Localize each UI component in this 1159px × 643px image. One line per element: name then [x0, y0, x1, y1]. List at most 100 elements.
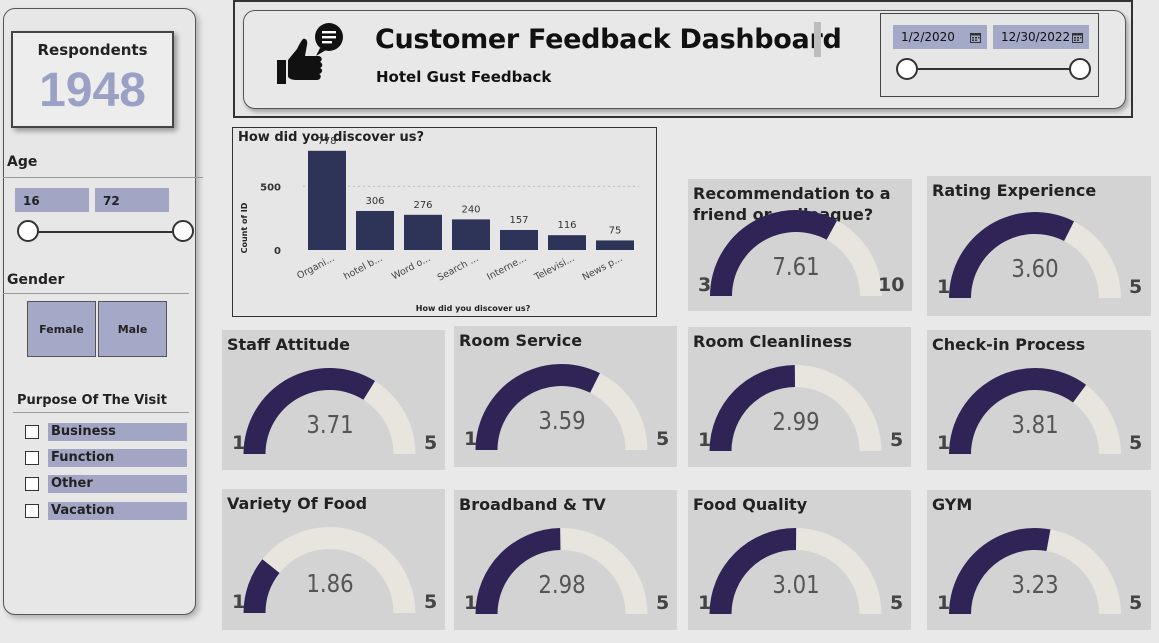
- bar-4[interactable]: [500, 229, 538, 250]
- date-slider-track[interactable]: [907, 68, 1081, 70]
- gauge-max-label: 5: [890, 429, 904, 451]
- end-date-input[interactable]: 12/30/2022: [993, 25, 1089, 49]
- y-tick-label: 0: [274, 246, 281, 257]
- gauge-min-label: 1: [464, 592, 478, 614]
- age-slider-min-handle[interactable]: [17, 220, 39, 242]
- gauge-dial: [475, 364, 648, 450]
- bar-1[interactable]: [356, 210, 394, 250]
- gauge-value: 3.59: [537, 406, 586, 435]
- age-slider-max-handle[interactable]: [172, 220, 194, 242]
- bar-3[interactable]: [452, 219, 490, 250]
- gauge-card-gym[interactable]: GYM 3.23 1 5: [927, 490, 1151, 630]
- purpose-option-vacation[interactable]: Vacation: [25, 502, 187, 520]
- bar-6[interactable]: [596, 240, 634, 250]
- calendar-icon[interactable]: [1072, 32, 1083, 43]
- checkbox-icon[interactable]: [25, 451, 39, 465]
- gauge-min-label: 1: [698, 592, 712, 614]
- purpose-label: Purpose Of The Visit: [17, 393, 167, 408]
- purpose-option-function[interactable]: Function: [25, 449, 187, 467]
- gauge-max-label: 5: [1129, 276, 1143, 298]
- bar-value-label: 240: [461, 204, 480, 215]
- y-tick-label: 500: [260, 182, 281, 193]
- x-tick-label: Televisi...: [532, 253, 576, 284]
- gender-male-button[interactable]: Male: [98, 301, 167, 357]
- bar-value-label: 116: [557, 220, 576, 231]
- x-tick-label: hotel b...: [342, 253, 384, 283]
- purpose-option-label: Vacation: [48, 502, 187, 520]
- start-date-input[interactable]: 1/2/2020: [893, 25, 987, 49]
- gauge-max-label: 5: [656, 592, 670, 614]
- bar-value-label: 778: [317, 136, 336, 147]
- purpose-option-label: Other: [48, 475, 187, 493]
- gauge-max-label: 5: [656, 428, 670, 450]
- calendar-icon[interactable]: [970, 32, 981, 43]
- gauge-card-variety-of-food[interactable]: Variety Of Food 1.86 1 5: [222, 489, 445, 630]
- gauge-max-label: 5: [1129, 592, 1143, 614]
- respondents-card: Respondents 1948: [11, 31, 174, 128]
- gender-divider: [3, 293, 189, 294]
- gauge-card-room-service[interactable]: Room Service 3.59 1 5: [454, 326, 677, 467]
- bar-value-label: 75: [609, 225, 622, 236]
- bar-value-label: 306: [365, 196, 384, 207]
- start-date-value: 1/2/2020: [901, 30, 955, 44]
- gauge-card-room-cleanliness[interactable]: Room Cleanliness 2.99 1 5: [688, 327, 911, 467]
- checkbox-icon[interactable]: [25, 477, 39, 491]
- bar-chart-plot: 0 500 Count of ID 778 Organi... 306 hotel b...…: [240, 136, 639, 313]
- gauge-card-recommendation[interactable]: Recommendation to a friend or colleague? 7…: [688, 179, 912, 311]
- x-tick-label: Interne...: [485, 253, 528, 283]
- discovery-bar-chart: How did you discover us? 0 500 Count of ID…: [232, 127, 657, 317]
- checkbox-icon[interactable]: [25, 425, 39, 439]
- x-tick-label: Search ...: [436, 253, 481, 284]
- gauge-max-label: 5: [890, 592, 904, 614]
- x-tick-label: Organi...: [295, 253, 336, 282]
- gauge-max-label: 5: [1129, 432, 1143, 454]
- gauge-value: 3.01: [771, 570, 820, 599]
- dashboard-subtitle: Hotel Gust Feedback: [376, 68, 552, 86]
- respondents-value: 1948: [39, 64, 146, 117]
- title-accent-bar: [814, 22, 821, 57]
- purpose-divider: [13, 412, 189, 413]
- gauge-dial: [949, 528, 1121, 614]
- gauge-dial: [243, 527, 416, 613]
- respondents-label: Respondents: [37, 41, 148, 59]
- date-slider-start-handle[interactable]: [896, 58, 918, 80]
- gauge-dial: [709, 528, 882, 614]
- bar-2[interactable]: [404, 214, 442, 250]
- bar-value-label: 157: [509, 215, 528, 226]
- gauge-card-check-in-process[interactable]: Check-in Process 3.81 1 5: [927, 330, 1151, 470]
- gauge-dial: [949, 368, 1121, 454]
- x-tick-label: Word o...: [390, 253, 432, 283]
- gauge-value: 3.71: [305, 410, 354, 439]
- gauge-min-label: 1: [937, 432, 951, 454]
- age-label: Age: [7, 154, 38, 170]
- purpose-option-other[interactable]: Other: [25, 475, 187, 493]
- gauge-card-rating-experience[interactable]: Rating Experience 3.60 1 5: [927, 176, 1151, 316]
- checkbox-icon[interactable]: [25, 504, 39, 518]
- bar-5[interactable]: [548, 235, 586, 250]
- date-range-slicer: 1/2/2020 12/30/2022: [880, 13, 1099, 97]
- y-axis-label: Count of ID: [240, 202, 249, 253]
- gauge-min-label: 1: [698, 429, 712, 451]
- gauge-min-label: 1: [937, 592, 951, 614]
- age-divider: [3, 177, 203, 178]
- end-date-value: 12/30/2022: [1001, 30, 1071, 44]
- purpose-option-label: Business: [48, 423, 187, 441]
- gender-female-button[interactable]: Female: [27, 301, 96, 357]
- gauge-card-broadband-tv[interactable]: Broadband & TV 2.98 1 5: [454, 490, 677, 630]
- age-max-input[interactable]: 72: [95, 188, 169, 212]
- date-slider-end-handle[interactable]: [1069, 58, 1091, 80]
- gauge-card-food-quality[interactable]: Food Quality 3.01 1 5: [688, 490, 911, 630]
- age-min-input[interactable]: 16: [15, 188, 89, 212]
- gauge-dial: [243, 368, 416, 454]
- purpose-option-business[interactable]: Business: [25, 423, 187, 441]
- gender-label: Gender: [7, 272, 65, 288]
- thumbs-up-chat-icon: [277, 23, 343, 84]
- gauge-value: 7.61: [772, 252, 820, 281]
- age-slider-track[interactable]: [28, 231, 183, 233]
- purpose-option-label: Function: [48, 449, 187, 467]
- gauge-card-staff-attitude[interactable]: Staff Attitude 3.71 1 5: [222, 330, 445, 470]
- bar-0[interactable]: [308, 150, 346, 250]
- gauge-value: 3.81: [1011, 410, 1059, 439]
- gauge-min-label: 1: [937, 276, 951, 298]
- gauge-value: 3.60: [1011, 254, 1059, 283]
